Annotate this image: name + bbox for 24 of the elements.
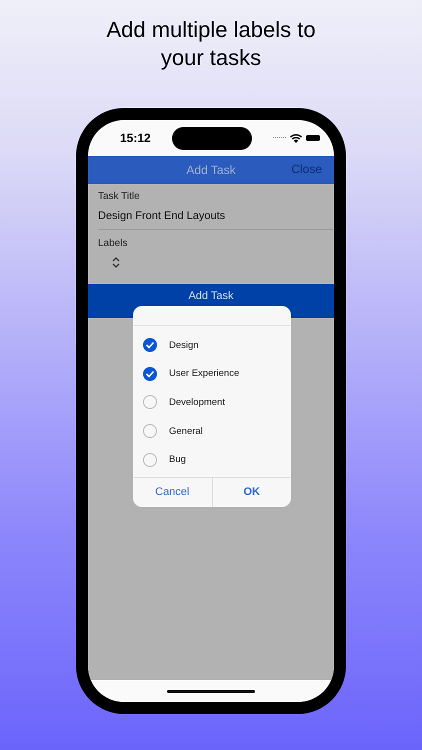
checkbox[interactable] <box>143 424 157 438</box>
label-option[interactable]: User Experience <box>133 360 291 388</box>
field-label: Task Title <box>98 191 140 202</box>
checkmark-icon <box>145 370 155 378</box>
label-option[interactable]: Design <box>133 331 291 360</box>
checkbox[interactable] <box>143 338 157 352</box>
headline: Add multiple labels to your tasks <box>105 16 317 72</box>
status-time: 15:12 <box>120 131 151 145</box>
field-label: Labels <box>98 238 128 249</box>
nav-title: Add Task <box>186 163 236 177</box>
cancel-button[interactable]: Cancel <box>133 478 212 507</box>
checkbox[interactable] <box>143 395 157 410</box>
label-option[interactable]: Development <box>133 388 291 417</box>
label-option[interactable]: Bug <box>133 445 291 474</box>
checkmark-icon <box>145 341 155 350</box>
battery-icon <box>306 135 320 141</box>
signal-icon <box>272 136 286 140</box>
title-field[interactable]: Design Front End Layouts <box>98 202 334 230</box>
ok-button[interactable]: OK <box>212 478 291 507</box>
checkbox[interactable] <box>143 452 157 467</box>
checkbox[interactable] <box>143 366 157 381</box>
label-option[interactable]: General <box>133 416 291 446</box>
wifi-icon <box>290 134 302 142</box>
chevron-up-down-icon[interactable] <box>112 257 120 268</box>
